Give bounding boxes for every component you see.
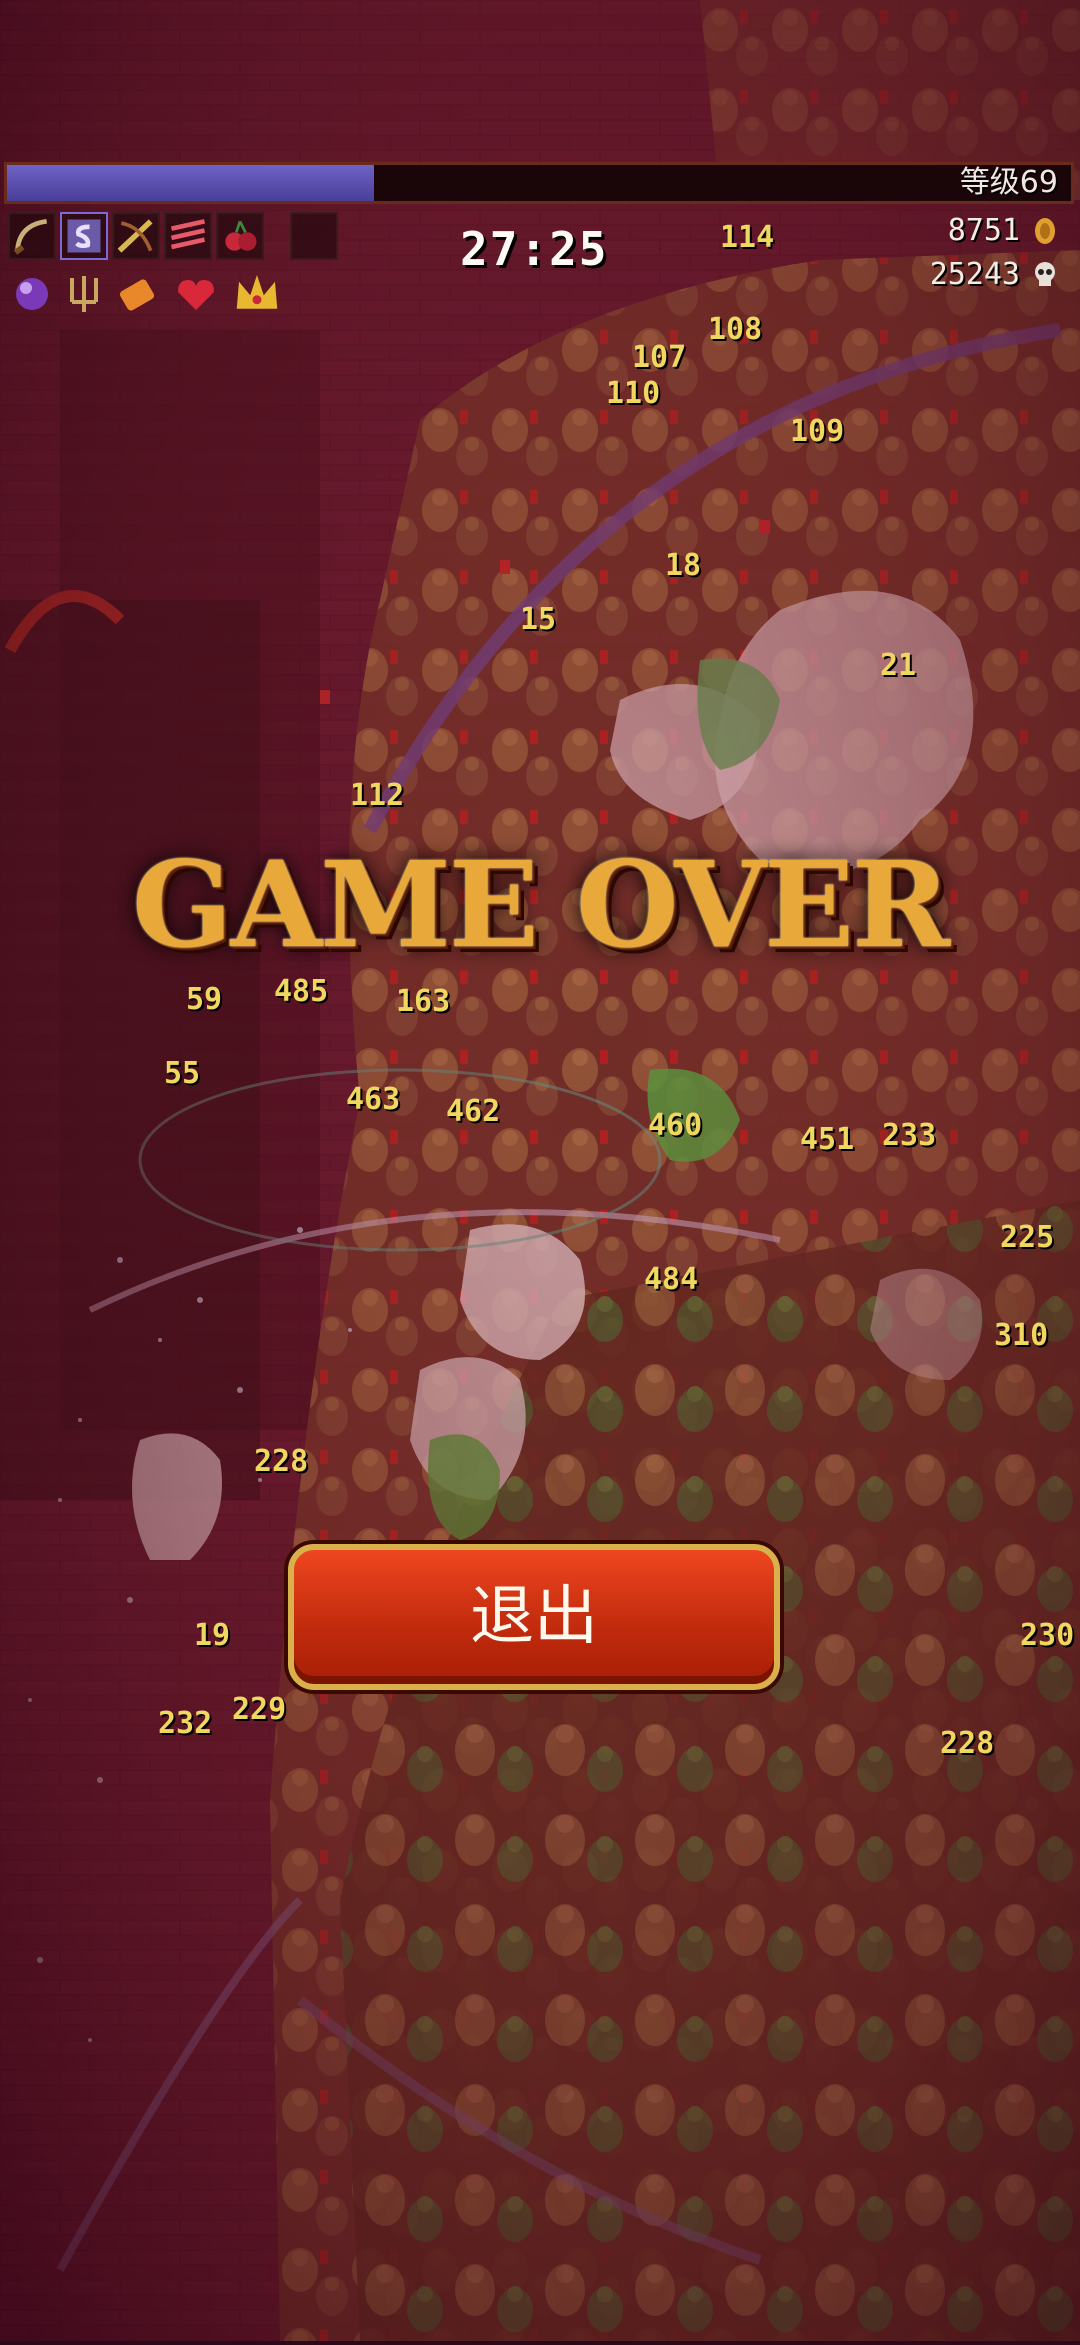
damage-number: 462 <box>446 1094 501 1129</box>
damage-number: 232 <box>158 1706 213 1741</box>
cross-boomerang-icon <box>112 212 160 260</box>
crown-icon <box>230 266 284 320</box>
damage-number: 110 <box>606 376 661 411</box>
damage-number: 228 <box>940 1726 995 1761</box>
damage-number: 451 <box>800 1122 855 1157</box>
damage-number: 18 <box>665 548 702 583</box>
damage-number: 114 <box>720 220 775 255</box>
damage-number: 21 <box>880 648 917 683</box>
damage-number: 229 <box>232 1692 287 1727</box>
level-label: 等级69 <box>959 165 1058 200</box>
survival-timer: 27:25 <box>460 222 609 276</box>
damage-number: 460 <box>648 1108 703 1143</box>
damage-number: 59 <box>186 982 223 1017</box>
damage-number: 112 <box>350 778 405 813</box>
experience-fill <box>7 165 375 201</box>
candle-icon <box>112 270 160 318</box>
gold-count: 8751 <box>947 213 1020 248</box>
damage-number: 463 <box>346 1082 401 1117</box>
damage-number: 310 <box>994 1318 1049 1353</box>
game-over-title: GAME OVER <box>131 835 950 974</box>
game-scene <box>0 0 1080 2341</box>
damage-number: 484 <box>644 1262 699 1297</box>
skull-icon <box>1030 260 1060 290</box>
damage-number: 233 <box>882 1118 937 1153</box>
spellbinder-icon <box>60 212 108 260</box>
damage-number: 109 <box>790 414 845 449</box>
whip-icon <box>8 212 56 260</box>
battlefield-background <box>0 0 1080 2341</box>
damage-number: 107 <box>632 340 687 375</box>
orb-icon <box>8 270 56 318</box>
heart-icon <box>172 270 220 318</box>
knives-icon <box>164 212 212 260</box>
damage-number: 108 <box>708 312 763 347</box>
kill-count: 25243 <box>929 257 1020 292</box>
trident-icon <box>60 270 108 318</box>
damage-number: 163 <box>396 984 451 1019</box>
damage-number: 230 <box>1020 1618 1075 1653</box>
damage-number: 485 <box>274 974 329 1009</box>
damage-number: 228 <box>254 1444 309 1479</box>
damage-number: 55 <box>164 1056 201 1091</box>
empty-slot <box>290 212 338 260</box>
coin-icon <box>1030 216 1060 246</box>
quit-button[interactable]: 退出 <box>288 1544 780 1690</box>
damage-number: 15 <box>520 602 557 637</box>
experience-bar <box>4 162 1074 204</box>
cherry-bomb-icon <box>216 212 264 260</box>
damage-number: 225 <box>1000 1220 1055 1255</box>
damage-number: 19 <box>194 1618 231 1653</box>
